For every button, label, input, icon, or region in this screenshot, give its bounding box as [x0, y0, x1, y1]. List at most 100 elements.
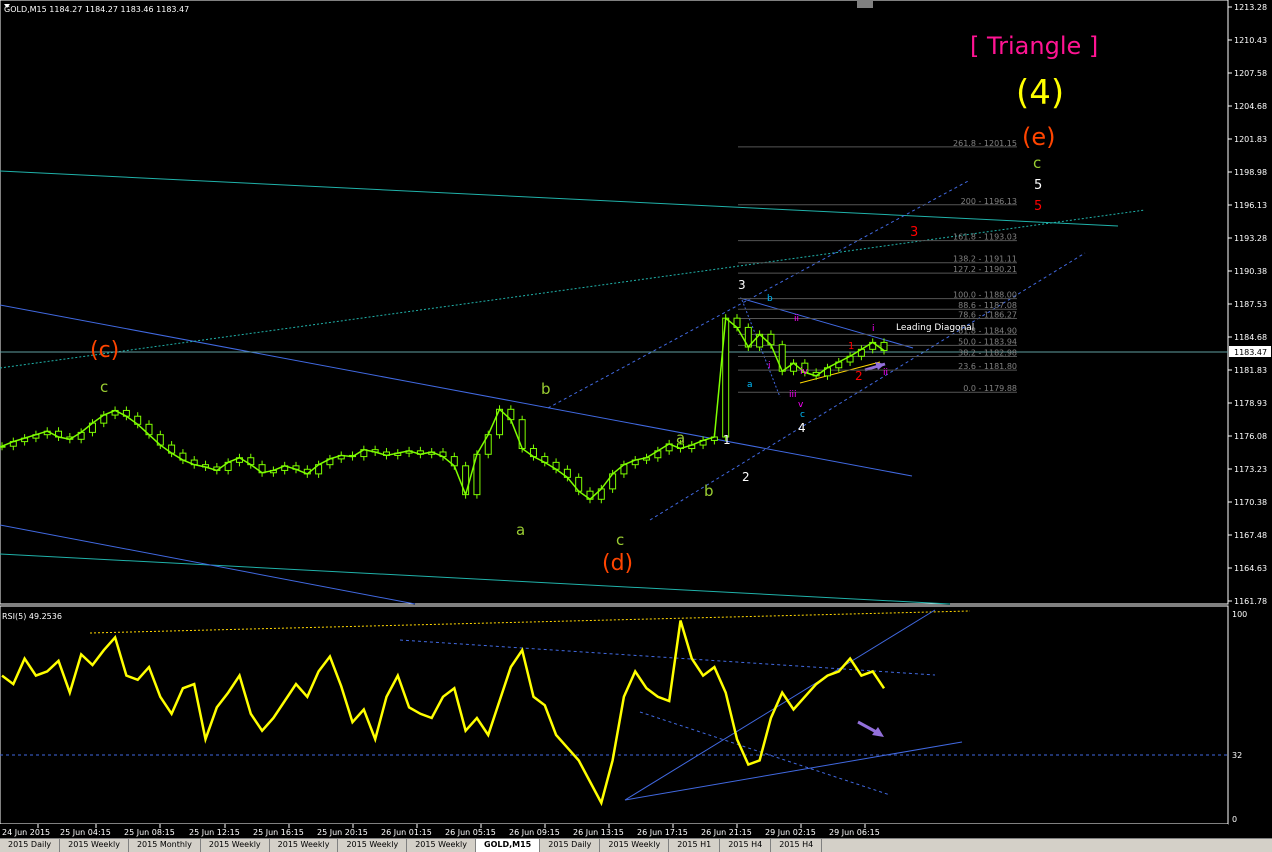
time-tick-label: 26 Jun 05:15: [445, 828, 496, 837]
price-tick-label: 1198.98: [1234, 168, 1267, 177]
price-tick-label: 1167.48: [1234, 531, 1267, 540]
wave-c-blue: c: [800, 410, 805, 420]
time-tick-label: 29 Jun 06:15: [829, 828, 880, 837]
chart-tab[interactable]: GOLD,M15: [476, 839, 541, 852]
wave-5-white: 5: [1034, 178, 1042, 193]
wave-c-paren: (c): [90, 338, 119, 363]
fib-label: 100.0 - 1188.00: [953, 291, 1017, 300]
symbol-header: GOLD,M15 1184.27 1184.27 1183.46 1183.47: [4, 5, 189, 14]
time-tick-label: 25 Jun 04:15: [60, 828, 111, 837]
price-tick-label: 1184.68: [1234, 333, 1267, 342]
wave-a-2: a: [676, 429, 685, 447]
rsi-axis-32: 32: [1232, 751, 1242, 760]
wave-ii: ii: [794, 314, 799, 324]
fib-label: 200 - 1196.13: [961, 197, 1017, 206]
chart-tab[interactable]: 2015 Weekly: [407, 839, 476, 852]
price-tick-label: 1176.08: [1234, 432, 1267, 441]
rsi-pane: [0, 605, 1229, 825]
time-tick-label: 24 Jun 2015: [2, 828, 50, 837]
time-tick-label: 29 Jun 02:15: [765, 828, 816, 837]
time-tick-label: 25 Jun 12:15: [189, 828, 240, 837]
fib-label: 88.6 - 1187.08: [958, 301, 1017, 310]
wave-2-white: 2: [742, 470, 750, 484]
rsi-header: RSI(5) 49.2536: [2, 612, 62, 621]
wave-d-paren: (d): [602, 551, 633, 576]
price-tick-label: 1207.58: [1234, 69, 1267, 78]
wave-c-2: c: [616, 531, 624, 549]
wave-ii-2: ii: [883, 368, 888, 378]
wave-b-blue: b: [767, 294, 773, 304]
fib-label: 261.8 - 1201.15: [953, 139, 1017, 148]
chart-tab[interactable]: 2015 Daily: [0, 839, 61, 852]
price-tick-label: 1181.83: [1234, 366, 1267, 375]
chart-tab[interactable]: 2015 Weekly: [270, 839, 339, 852]
time-tick-label: 26 Jun 21:15: [701, 828, 752, 837]
chart-tabs: 2015 Daily 2015 Weekly 2015 Monthly 2015 We…: [0, 838, 1272, 852]
price-tick-label: 1201.83: [1234, 135, 1267, 144]
wave-i-2: i: [872, 324, 875, 334]
wave-b-1: b: [541, 380, 551, 398]
time-tick-label: 25 Jun 16:15: [253, 828, 304, 837]
price-tick-label: 1170.38: [1234, 498, 1267, 507]
current-price-label: 1183.47: [1234, 348, 1267, 357]
scroll-marker-icon[interactable]: [857, 0, 873, 8]
wave-e-label: (e): [1022, 123, 1056, 151]
wave-a-1: a: [516, 521, 525, 539]
wave-iii: iii: [789, 390, 797, 400]
wave-4: 4: [798, 421, 806, 435]
rsi-axis-100: 100: [1232, 610, 1247, 619]
wave-iv: iv: [800, 367, 809, 377]
price-tick-label: 1210.43: [1234, 36, 1267, 45]
wave-1-red: 1: [848, 341, 854, 352]
price-tick-label: 1178.93: [1234, 399, 1267, 408]
price-tick-label: 1193.28: [1234, 234, 1267, 243]
wave4-label: (4): [1016, 73, 1064, 113]
leading-diagonal-label: Leading Diagonal: [896, 323, 974, 333]
wave-b-2: b: [704, 482, 714, 500]
fib-label: 161.8 - 1193.03: [953, 233, 1017, 242]
price-tick-label: 1196.13: [1234, 201, 1267, 210]
wave-c-top-label: c: [1033, 154, 1041, 172]
fib-label: 38.2 - 1182.98: [958, 348, 1017, 357]
price-tick-label: 1173.23: [1234, 465, 1267, 474]
wave-3-red: 3: [910, 225, 918, 240]
chart-tab[interactable]: 2015 H1: [669, 839, 721, 852]
chart-tab[interactable]: 2015 H4: [771, 839, 823, 852]
wave-1: 1: [723, 433, 731, 447]
chart-tab[interactable]: 2015 Weekly: [338, 839, 408, 852]
price-axis: 1213.28 1210.43 1207.58 1204.68 1201.83 1198.…: [1228, 3, 1267, 606]
triangle-label: [ Triangle ]: [970, 32, 1098, 60]
wave-i: i: [768, 361, 771, 371]
wave-3-white: 3: [738, 278, 746, 292]
chart-tab[interactable]: 2015 Weekly: [60, 839, 129, 852]
fib-label: 78.6 - 1186.27: [958, 311, 1017, 320]
time-tick-label: 26 Jun 01:15: [381, 828, 432, 837]
chart-canvas: GOLD,M15 1184.27 1184.27 1183.46 1183.47…: [0, 0, 1271, 838]
time-tick-label: 25 Jun 20:15: [317, 828, 368, 837]
fib-label: 50.0 - 1183.94: [958, 337, 1017, 346]
wave-5-red: 5: [1034, 199, 1042, 214]
wave-c-small: c: [100, 378, 108, 396]
chart-tab[interactable]: 2015 H4: [720, 839, 772, 852]
price-tick-label: 1164.63: [1234, 564, 1267, 573]
chart-tab[interactable]: 2015 Weekly: [600, 839, 670, 852]
time-tick-label: 25 Jun 08:15: [124, 828, 175, 837]
wave-2-red: 2: [855, 369, 863, 383]
wave-v: v: [798, 400, 804, 410]
price-tick-label: 1204.68: [1234, 102, 1267, 111]
fib-label: 0.0 - 1179.88: [963, 384, 1017, 393]
time-tick-label: 26 Jun 09:15: [509, 828, 560, 837]
chart-tab[interactable]: 2015 Weekly: [201, 839, 270, 852]
rsi-axis-0: 0: [1232, 815, 1237, 824]
fib-label: 127.2 - 1190.21: [953, 265, 1017, 274]
chart-tab[interactable]: 2015 Monthly: [129, 839, 201, 852]
price-tick-label: 1187.53: [1234, 300, 1267, 309]
price-tick-label: 1213.28: [1234, 3, 1267, 12]
chart-tab[interactable]: 2015 Daily: [540, 839, 601, 852]
fib-label: 23.6 - 1181.80: [958, 362, 1017, 371]
time-tick-label: 26 Jun 17:15: [637, 828, 688, 837]
fib-label: 138.2 - 1191.11: [953, 255, 1017, 264]
price-tick-label: 1190.38: [1234, 267, 1267, 276]
price-tick-label: 1161.78: [1234, 597, 1267, 606]
time-tick-label: 26 Jun 13:15: [573, 828, 624, 837]
